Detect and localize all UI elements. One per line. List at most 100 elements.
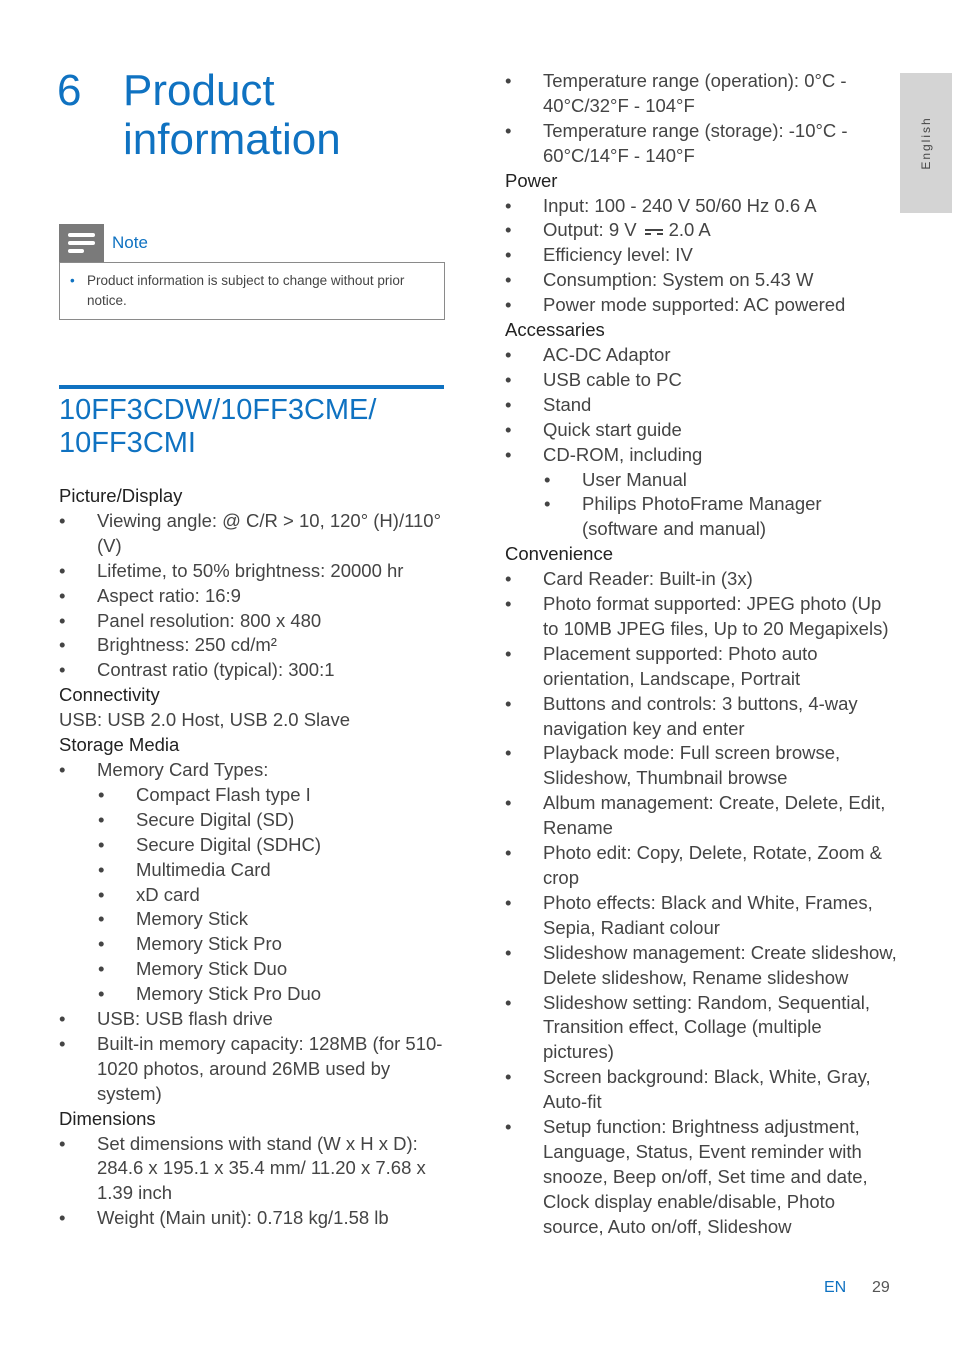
bullet-icon: • <box>59 609 66 631</box>
list-item: • Stand <box>505 393 897 418</box>
list-item-text: AC-DC Adaptor <box>543 343 671 365</box>
list-item: • Memory Stick <box>59 907 444 932</box>
list-item: • Screen background: Black, White, Gray, … <box>505 1065 897 1115</box>
bullet-icon: • <box>59 1032 66 1054</box>
note-label: Note <box>112 233 148 252</box>
list-item-text: Secure Digital (SDHC) <box>136 833 322 855</box>
list-item-text: Photo edit: Copy, Delete, Rotate, Zoom &… <box>543 842 882 888</box>
list-item-text: CD-ROM, including <box>543 443 703 465</box>
bullet-icon: • <box>59 1132 66 1154</box>
bullet-icon: • <box>505 642 512 664</box>
list-item: • Memory Stick Pro Duo <box>59 982 444 1007</box>
list-item-text: Playback mode: Full screen browse, Slide… <box>543 742 841 789</box>
bullet-icon: • <box>98 933 105 955</box>
list-item-text: Philips PhotoFrame Manager (software and… <box>582 493 822 540</box>
list-item: • Viewing angle: @ C/R > 10, 120° (H)/110… <box>59 509 444 559</box>
bullet-icon: • <box>505 269 512 291</box>
bullet-icon: • <box>505 418 512 440</box>
bullet-icon: • <box>505 991 512 1013</box>
section-heading-connectivity: Connectivity <box>59 684 160 706</box>
bullet-icon: • <box>505 194 512 216</box>
bullet-icon: • <box>505 70 512 91</box>
bullet-icon: • <box>98 883 105 905</box>
bullet-icon: • <box>59 559 66 581</box>
convenience-list: • Card Reader: Built-in (3x) • Photo format… <box>505 567 897 1239</box>
list-item: • Aspect ratio: 16:9 <box>59 584 444 609</box>
temperature-list: • Temperature range (operation): 0°C - 40… <box>505 69 897 169</box>
card-types-list: • Compact Flash type I • Secure Digital (SD… <box>59 783 444 1007</box>
power-output-suffix: 2.0 A <box>668 219 711 241</box>
list-item-text: Weight (Main unit): 0.718 kg/1.58 lb <box>97 1207 389 1229</box>
list-item: • Memory Stick Duo <box>59 957 444 982</box>
accessories-list: • AC-DC Adaptor • USB cable to PC • Stand • Qui… <box>505 343 897 468</box>
model-heading: 10FF3CDW/10FF3CME/ 10FF3CMI <box>59 394 377 459</box>
list-item-text: Built-in memory capacity: 128MB (for 510… <box>97 1032 443 1104</box>
bullet-icon: • <box>98 783 105 805</box>
section-divider <box>59 385 444 389</box>
list-item: • USB: USB flash drive <box>59 1007 444 1032</box>
bullet-icon: • <box>505 1066 512 1088</box>
list-item-text: Slideshow setting: Random, Sequential, T… <box>543 991 871 1063</box>
list-item: • Temperature range (operation): 0°C - 40… <box>505 69 897 119</box>
left-column: Picture/Display • Viewing angle: @ C/R > … <box>59 484 444 1231</box>
list-item: • Output: 9 V 2.0 A <box>505 218 897 243</box>
list-item: • CD-ROM, including <box>505 443 897 468</box>
note-header: Note <box>59 224 445 262</box>
list-item-text: USB cable to PC <box>543 368 682 390</box>
list-item-text: Setup function: Brightness adjustment, L… <box>543 1116 868 1237</box>
bullet-icon: • <box>505 891 512 913</box>
card-types-label: Memory Card Types: <box>97 758 269 780</box>
list-item-text: Quick start guide <box>543 418 682 440</box>
list-item-text: Efficiency level: IV <box>543 244 693 266</box>
section-heading-storage: Storage Media <box>59 734 180 756</box>
right-column: • Temperature range (operation): 0°C - 40… <box>505 69 897 1240</box>
bullet-icon: • <box>505 443 512 465</box>
list-item-text: Card Reader: Built-in (3x) <box>543 568 753 590</box>
list-item: • Temperature range (storage): -10°C - 60… <box>505 119 897 169</box>
list-item-text: Screen background: Black, White, Gray, A… <box>543 1066 871 1113</box>
bullet-icon: • <box>59 659 66 681</box>
list-item-text: xD card <box>136 883 200 905</box>
bullet-icon: • <box>544 468 551 490</box>
list-item: • Card Reader: Built-in (3x) <box>505 567 897 592</box>
list-item: • Photo edit: Copy, Delete, Rotate, Zoom … <box>505 841 897 891</box>
bullet-icon: • <box>505 593 512 615</box>
bullet-icon: • <box>505 343 512 365</box>
list-item: • User Manual <box>505 468 897 493</box>
footer-language: EN <box>824 1279 847 1296</box>
bullet-icon: • <box>505 568 512 590</box>
list-item: • Set dimensions with stand (W x H x D): … <box>59 1132 444 1207</box>
list-item: • Consumption: System on 5.43 W <box>505 268 897 293</box>
list-item-text: Slideshow management: Create slideshow, … <box>543 941 897 988</box>
bullet-icon: • <box>59 509 66 531</box>
bullet-icon: • <box>70 273 75 288</box>
bullet-icon: • <box>505 941 512 963</box>
bullet-icon: • <box>544 493 551 515</box>
list-item-text: Consumption: System on 5.43 W <box>543 269 814 291</box>
list-item: • Memory Card Types: <box>59 758 444 783</box>
list-item-text: Placement supported: Photo auto orientat… <box>543 642 818 689</box>
list-item: • Memory Stick Pro <box>59 932 444 957</box>
list-item-text: Memory Stick Pro Duo <box>136 983 322 1005</box>
power-input: Input: 100 - 240 V 50/60 Hz 0.6 A <box>543 194 817 216</box>
list-item-text: Aspect ratio: 16:9 <box>97 584 241 606</box>
list-item-text: USB: USB flash drive <box>97 1008 273 1030</box>
bullet-icon: • <box>98 983 105 1005</box>
list-item: • Brightness: 250 cd/m² <box>59 633 444 658</box>
dimensions-list: • Set dimensions with stand (W x H x D): … <box>59 1132 444 1232</box>
note-box: Note • Product information is subject to… <box>59 224 445 320</box>
section-heading-convenience: Convenience <box>505 543 613 565</box>
list-item-text: Memory Stick Duo <box>136 958 288 980</box>
list-item: • Placement supported: Photo auto orienta… <box>505 642 897 692</box>
list-item: • Slideshow setting: Random, Sequential, … <box>505 991 897 1066</box>
list-item-text: Viewing angle: @ C/R > 10, 120° (H)/110°… <box>97 509 441 556</box>
list-item: • Setup function: Brightness adjustment, … <box>505 1115 897 1240</box>
list-item-text: Buttons and controls: 3 buttons, 4-way n… <box>543 692 858 739</box>
bullet-icon: • <box>505 219 512 241</box>
language-tab-label: English <box>919 116 933 170</box>
cdrom-list: • User Manual • Philips PhotoFrame Manager … <box>505 468 897 543</box>
list-item: • Buttons and controls: 3 buttons, 4-way … <box>505 692 897 742</box>
list-item-text: Memory Stick Pro <box>136 933 282 955</box>
list-item: • Power mode supported: AC powered <box>505 293 897 318</box>
bullet-icon: • <box>98 958 105 980</box>
